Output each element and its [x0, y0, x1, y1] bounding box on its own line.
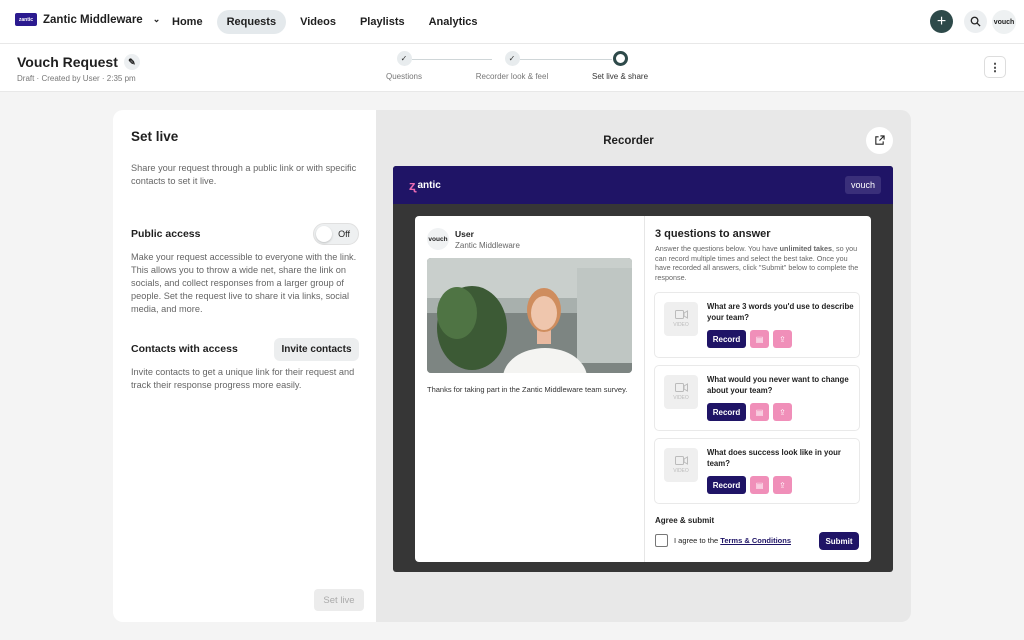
avatar[interactable]: vouch [992, 10, 1016, 34]
recorder-title: Recorder [603, 135, 654, 147]
brand-mark-icon: ʐ [409, 178, 416, 193]
thumb-label: VIDEO [673, 468, 689, 474]
question-card: VIDEO What would you never want to chang… [654, 365, 860, 431]
desc-text: Answer the questions below. You have [655, 244, 780, 253]
vouch-badge: vouch [844, 176, 881, 194]
desc-emphasis: unlimited takes [779, 244, 832, 253]
set-live-button[interactable]: Set live [314, 589, 364, 611]
thumb-label: VIDEO [673, 322, 689, 328]
record-button[interactable]: Record [707, 330, 746, 348]
step-label: Recorder look & feel [475, 72, 549, 81]
panel-intro: Share your request through a public link… [131, 163, 357, 186]
contacts-title: Contacts with access [131, 343, 238, 355]
step-label: Set live & share [591, 72, 649, 81]
invite-contacts-button[interactable]: Invite contacts [274, 338, 359, 361]
request-header: Vouch Request ✎ Draft · Created by User … [0, 44, 1024, 92]
page-title: Vouch Request ✎ [17, 54, 140, 70]
terms-link[interactable]: Terms & Conditions [720, 536, 791, 545]
public-access-toggle[interactable]: Off [313, 223, 359, 245]
search-icon[interactable] [964, 10, 987, 33]
question-text: What does success look like in your team… [707, 448, 841, 468]
current-step-icon [612, 51, 628, 66]
org-name: Zantic Middleware [43, 13, 143, 26]
toggle-knob [316, 226, 332, 242]
external-link-icon[interactable] [866, 127, 893, 154]
notes-icon[interactable]: ▤ [750, 403, 769, 421]
avatar: vouch [427, 228, 449, 250]
recorder-topbar: ʐ antic vouch [393, 166, 893, 204]
question-text: What are 3 words you'd use to describe y… [707, 302, 854, 322]
top-nav: zantic Zantic Middleware ⌄ Home Requests… [0, 0, 1024, 44]
brand-text: antic [417, 180, 441, 191]
check-icon: ✓ [396, 51, 412, 66]
pencil-icon[interactable]: ✎ [123, 54, 140, 70]
record-button[interactable]: Record [707, 476, 746, 494]
agree-heading: Agree & submit [655, 516, 715, 525]
plus-icon[interactable]: + [930, 10, 953, 33]
brand-logo: ʐ antic [409, 178, 441, 193]
notes-icon[interactable]: ▤ [750, 330, 769, 348]
thumb-label: VIDEO [673, 395, 689, 401]
terms-label: I agree to the Terms & Conditions [674, 536, 791, 545]
upload-icon[interactable]: ⇪ [773, 403, 792, 421]
question-card: VIDEO What are 3 words you'd use to desc… [654, 292, 860, 358]
main-nav: Home Requests Videos Playlists Analytics [162, 10, 488, 34]
step-label: Questions [385, 72, 423, 81]
question-text: What would you never want to change abou… [707, 375, 849, 395]
upload-icon[interactable]: ⇪ [773, 330, 792, 348]
upload-icon[interactable]: ⇪ [773, 476, 792, 494]
terms-checkbox[interactable] [655, 534, 668, 547]
step-set-live[interactable]: Set live & share [586, 51, 654, 81]
question-card: VIDEO What does success look like in you… [654, 438, 860, 504]
recorder-card: vouch User Zantic Middleware Thanks for [415, 216, 871, 562]
recorder-preview: Recorder ʐ antic vouch vouch User Zantic… [376, 110, 911, 622]
stepper: ✓ Questions ✓ Recorder look & feel Set l… [380, 51, 660, 87]
org-switcher[interactable]: zantic Zantic Middleware ⌄ [15, 13, 160, 26]
submit-button[interactable]: Submit [819, 532, 859, 550]
step-recorder-look[interactable]: ✓ Recorder look & feel [468, 51, 556, 81]
notes-icon[interactable]: ▤ [750, 476, 769, 494]
nav-requests[interactable]: Requests [216, 10, 287, 34]
card-divider [644, 216, 645, 562]
nav-playlists[interactable]: Playlists [350, 10, 415, 34]
video-camera-icon: VIDEO [664, 302, 698, 336]
nav-videos[interactable]: Videos [290, 10, 346, 34]
check-icon: ✓ [504, 51, 520, 66]
request-title: Vouch Request [17, 54, 118, 70]
requester-name: User [455, 229, 474, 239]
record-button[interactable]: Record [707, 403, 746, 421]
set-live-panel: Set live Share your request through a pu… [113, 110, 376, 622]
requester-org: Zantic Middleware [455, 241, 520, 250]
nav-analytics[interactable]: Analytics [419, 10, 488, 34]
chevron-down-icon: ⌄ [152, 14, 161, 24]
panel-title: Set live [131, 129, 179, 144]
questions-heading: 3 questions to answer [655, 228, 771, 240]
request-meta: Draft · Created by User · 2:35 pm [17, 74, 136, 83]
thanks-message: Thanks for taking part in the Zantic Mid… [427, 385, 628, 394]
step-questions[interactable]: ✓ Questions [374, 51, 434, 81]
org-logo: zantic [15, 13, 37, 26]
contacts-desc: Invite contacts to get a unique link for… [131, 367, 355, 390]
nav-home[interactable]: Home [162, 10, 213, 34]
intro-video[interactable] [427, 258, 632, 373]
video-camera-icon: VIDEO [664, 448, 698, 482]
more-vertical-icon[interactable]: ⋮ [984, 56, 1006, 78]
video-camera-icon: VIDEO [664, 375, 698, 409]
questions-description: Answer the questions below. You have unl… [655, 244, 860, 283]
toggle-label: Off [338, 229, 350, 239]
terms-prefix: I agree to the [674, 536, 721, 545]
recorder-frame: ʐ antic vouch vouch User Zantic Middlewa… [393, 166, 893, 572]
public-access-title: Public access [131, 228, 201, 240]
public-access-desc: Make your request accessible to everyone… [131, 252, 357, 314]
